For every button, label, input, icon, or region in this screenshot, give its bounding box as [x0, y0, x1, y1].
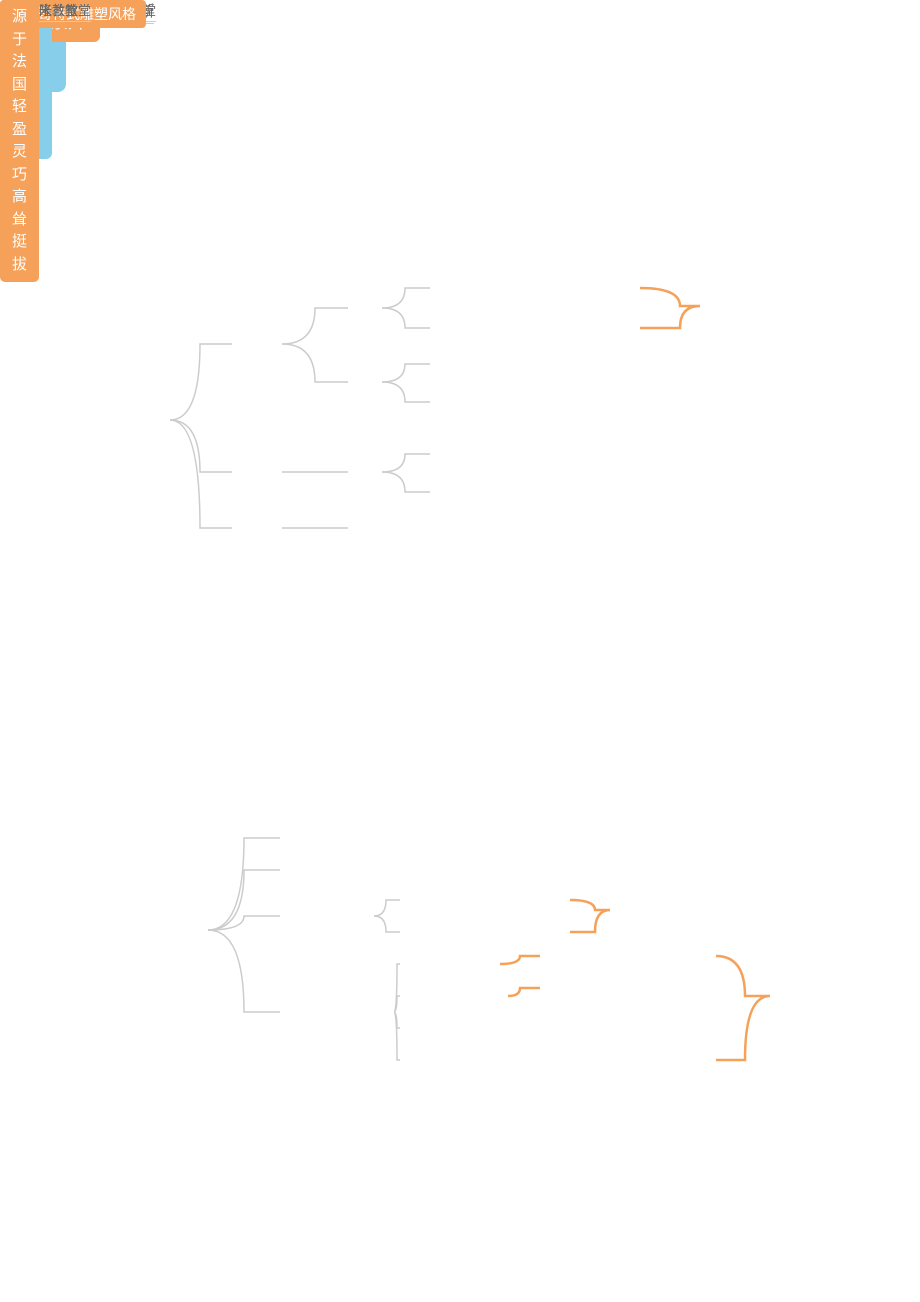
badge-gothic-desc: 源于法国 轻盈灵巧 高耸挺拔	[0, 0, 39, 282]
connector-lines-1	[0, 0, 920, 600]
connector-lines-2	[0, 0, 920, 1200]
